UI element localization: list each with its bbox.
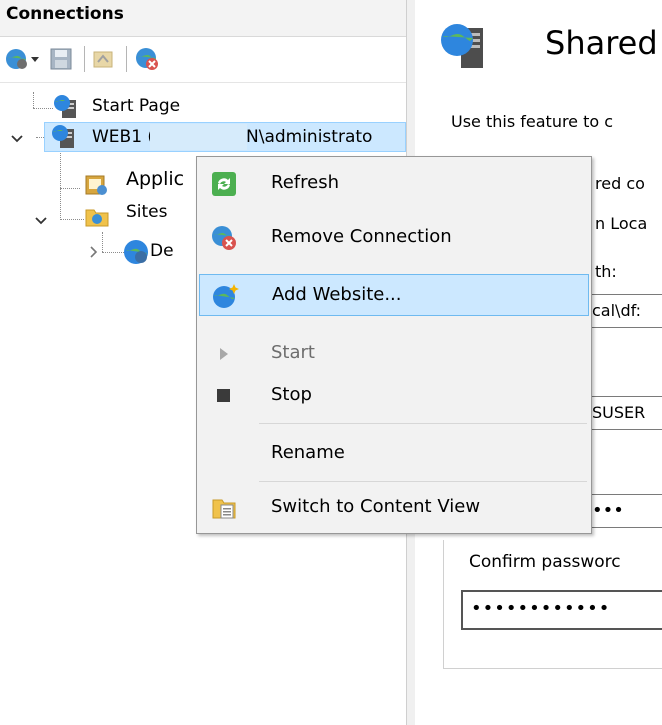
connections-header: Connections xyxy=(0,0,406,37)
menu-item-label: Switch to Content View xyxy=(271,496,481,517)
server-icon xyxy=(50,124,80,152)
menu-item-label: Stop xyxy=(271,384,312,405)
context-menu: Refresh Remove Connection Add Website... xyxy=(196,156,592,534)
tree-line xyxy=(33,108,53,109)
menu-item-label: Rename xyxy=(271,442,345,463)
toolbar-separator xyxy=(126,46,127,72)
refresh-icon xyxy=(211,171,237,197)
menu-item-refresh[interactable]: Refresh xyxy=(199,163,589,205)
website-globe-icon xyxy=(122,238,150,266)
menu-item-label: Remove Connection xyxy=(271,226,452,247)
path-label: th: xyxy=(595,262,617,281)
content-view-icon xyxy=(211,495,237,521)
connections-title: Connections xyxy=(6,4,124,24)
remove-connection-icon xyxy=(211,225,237,251)
confirm-password-label: Confirm passworc xyxy=(469,552,621,572)
user-name-input[interactable]: SUSER xyxy=(583,396,662,430)
tree-item-sites[interactable]: Sites xyxy=(126,202,168,222)
menu-item-start[interactable]: Start xyxy=(199,333,589,375)
tree-line xyxy=(102,232,103,252)
confirm-password-input[interactable]: •••••••••••• xyxy=(461,590,662,630)
tree-line xyxy=(102,252,124,253)
menu-item-label: Start xyxy=(271,342,315,363)
chevron-right-icon[interactable] xyxy=(88,244,100,263)
physical-path-input[interactable]: cal\df: xyxy=(583,294,662,328)
tree-item-default-site[interactable]: De xyxy=(150,241,174,261)
sites-folder-icon xyxy=(84,204,112,232)
physical-path-value: cal\df: xyxy=(592,301,642,320)
menu-item-rename[interactable]: Rename xyxy=(199,433,589,475)
connect-icon[interactable] xyxy=(4,44,30,74)
password-value: ••• xyxy=(592,500,624,521)
menu-item-add-website[interactable]: Add Website... xyxy=(199,274,589,316)
redacted-text xyxy=(150,124,247,150)
group-box-border xyxy=(443,540,444,668)
menu-item-switch-content-view[interactable]: Switch to Content View xyxy=(199,487,589,529)
menu-item-stop[interactable]: Stop xyxy=(199,375,589,417)
tree-line xyxy=(33,92,34,108)
stop-icon xyxy=(211,383,237,409)
dropdown-arrow-icon[interactable] xyxy=(30,44,42,74)
tree-item-server-suffix: N\administrato xyxy=(246,127,373,147)
tree-item-application-pools[interactable]: Applic xyxy=(126,168,184,190)
chevron-down-icon[interactable] xyxy=(10,130,24,149)
up-icon[interactable] xyxy=(92,44,118,74)
chevron-down-icon[interactable] xyxy=(34,212,48,231)
add-website-icon xyxy=(212,283,239,309)
password-input[interactable]: ••• xyxy=(583,494,662,528)
confirm-password-value: •••••••••••• xyxy=(471,598,611,619)
page-title: Shared xyxy=(545,24,658,62)
shared-configuration-icon xyxy=(437,20,491,74)
option-text-fragment: n Loca xyxy=(595,214,648,233)
save-icon[interactable] xyxy=(50,44,76,74)
connections-toolbar xyxy=(0,36,406,83)
toolbar-separator xyxy=(84,46,85,72)
menu-item-label: Add Website... xyxy=(272,284,402,305)
menu-separator xyxy=(259,481,587,482)
start-page-icon xyxy=(52,94,82,122)
application-pools-icon xyxy=(82,172,112,200)
tree-item-start-page[interactable]: Start Page xyxy=(92,96,180,116)
disconnect-icon[interactable] xyxy=(134,44,162,74)
menu-item-label: Refresh xyxy=(271,172,339,193)
tree-line xyxy=(60,219,84,220)
tree-item-server-prefix: WEB1 ( xyxy=(92,127,155,147)
menu-item-remove-connection[interactable]: Remove Connection xyxy=(199,217,589,259)
option-text-fragment: red co xyxy=(595,174,645,193)
feature-description: Use this feature to c xyxy=(451,112,614,131)
group-box-border xyxy=(443,668,662,669)
tree-line xyxy=(60,150,61,220)
start-icon xyxy=(211,341,237,367)
menu-separator xyxy=(259,423,587,424)
user-name-value: SUSER xyxy=(592,403,646,422)
tree-line xyxy=(60,188,80,189)
